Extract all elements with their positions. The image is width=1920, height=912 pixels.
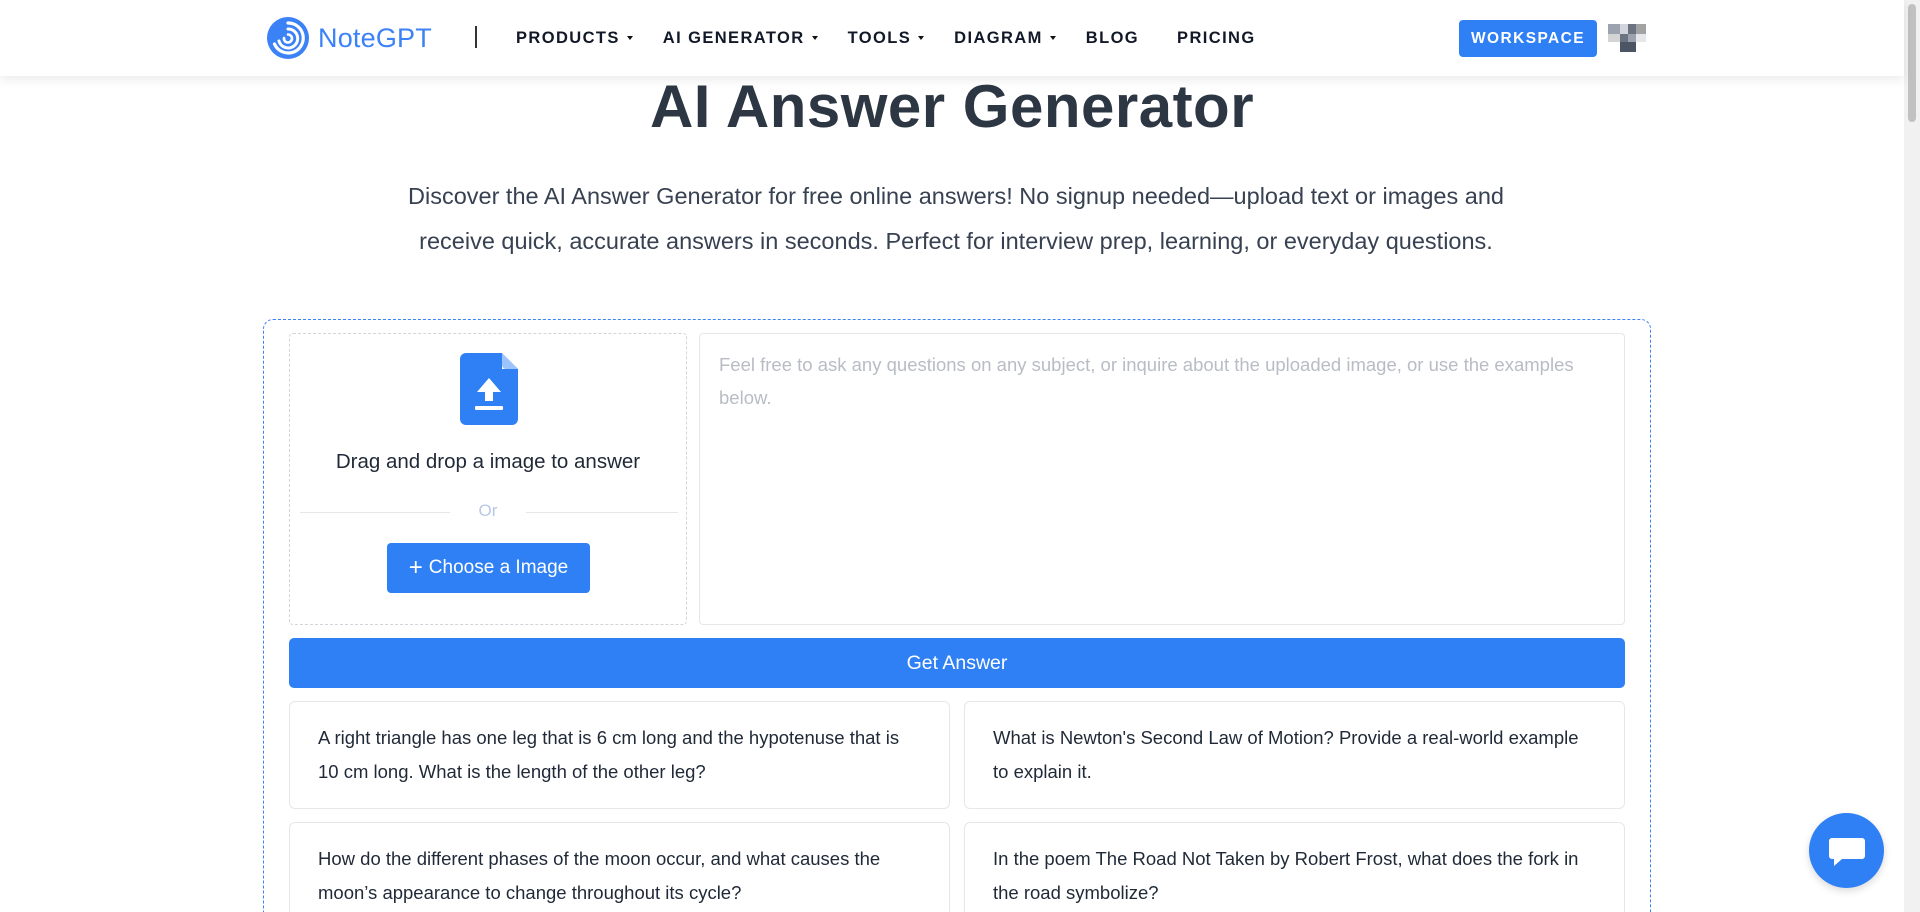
nav-products-label: PRODUCTS (516, 28, 620, 47)
pixel-avatar-icon[interactable] (1608, 24, 1646, 52)
choose-image-label: Choose a Image (428, 557, 569, 578)
nav-tools-label: TOOLS (847, 28, 912, 47)
nav-ai-generator-label: AI GENERATOR (662, 28, 805, 47)
spiral-logo-icon (267, 17, 309, 59)
page-title: AI Answer Generator (649, 73, 1255, 140)
nav-pricing[interactable]: PRICING (1177, 29, 1256, 48)
image-dropzone[interactable]: Drag and drop a image to answer Or + Cho… (289, 333, 687, 625)
caret-down-icon (918, 36, 925, 40)
example-card[interactable]: In the poem The Road Not Taken by Robert… (964, 822, 1625, 912)
main-nav: PRODUCTS AI GENERATOR TOOLS DIAGRAM BLOG… (516, 0, 1294, 76)
file-upload-icon (460, 353, 518, 425)
plus-icon: + (408, 554, 423, 581)
nav-blog-label: BLOG (1085, 28, 1140, 47)
nav-ai-generator[interactable]: AI GENERATOR (663, 29, 818, 48)
caret-down-icon (626, 36, 633, 40)
logo-link[interactable]: NoteGPT (266, 16, 432, 60)
example-card[interactable]: A right triangle has one leg that is 6 c… (289, 701, 950, 809)
get-answer-button[interactable]: Get Answer (289, 638, 1625, 688)
nav-blog[interactable]: BLOG (1086, 29, 1139, 48)
caret-down-icon (1049, 36, 1056, 40)
or-label: Or (478, 501, 498, 520)
logo-text: NoteGPT (318, 22, 432, 53)
caret-down-icon (811, 36, 818, 40)
scrollbar-thumb[interactable] (1908, 4, 1916, 122)
nav-products[interactable]: PRODUCTS (516, 29, 633, 48)
nav-tools[interactable]: TOOLS (848, 29, 925, 48)
nav-pricing-label: PRICING (1177, 28, 1256, 47)
example-card[interactable]: How do the different phases of the moon … (289, 822, 950, 912)
nav-diagram[interactable]: DIAGRAM (954, 29, 1056, 48)
nav-divider (475, 26, 477, 48)
question-input[interactable] (699, 333, 1625, 625)
nav-diagram-label: DIAGRAM (954, 28, 1043, 47)
chat-bubble-icon (1828, 837, 1865, 866)
dropzone-instruction: Drag and drop a image to answer (335, 450, 641, 473)
page-scrollbar[interactable] (1904, 0, 1920, 912)
site-header: NoteGPT PRODUCTS AI GENERATOR TOOLS DIAG… (0, 0, 1904, 76)
choose-image-button[interactable]: + Choose a Image (387, 543, 590, 593)
example-card[interactable]: What is Newton's Second Law of Motion? P… (964, 701, 1625, 809)
chat-support-button[interactable] (1809, 813, 1884, 888)
page-description: Discover the AI Answer Generator for fre… (408, 183, 1504, 254)
workspace-button[interactable]: WORKSPACE (1459, 20, 1597, 57)
